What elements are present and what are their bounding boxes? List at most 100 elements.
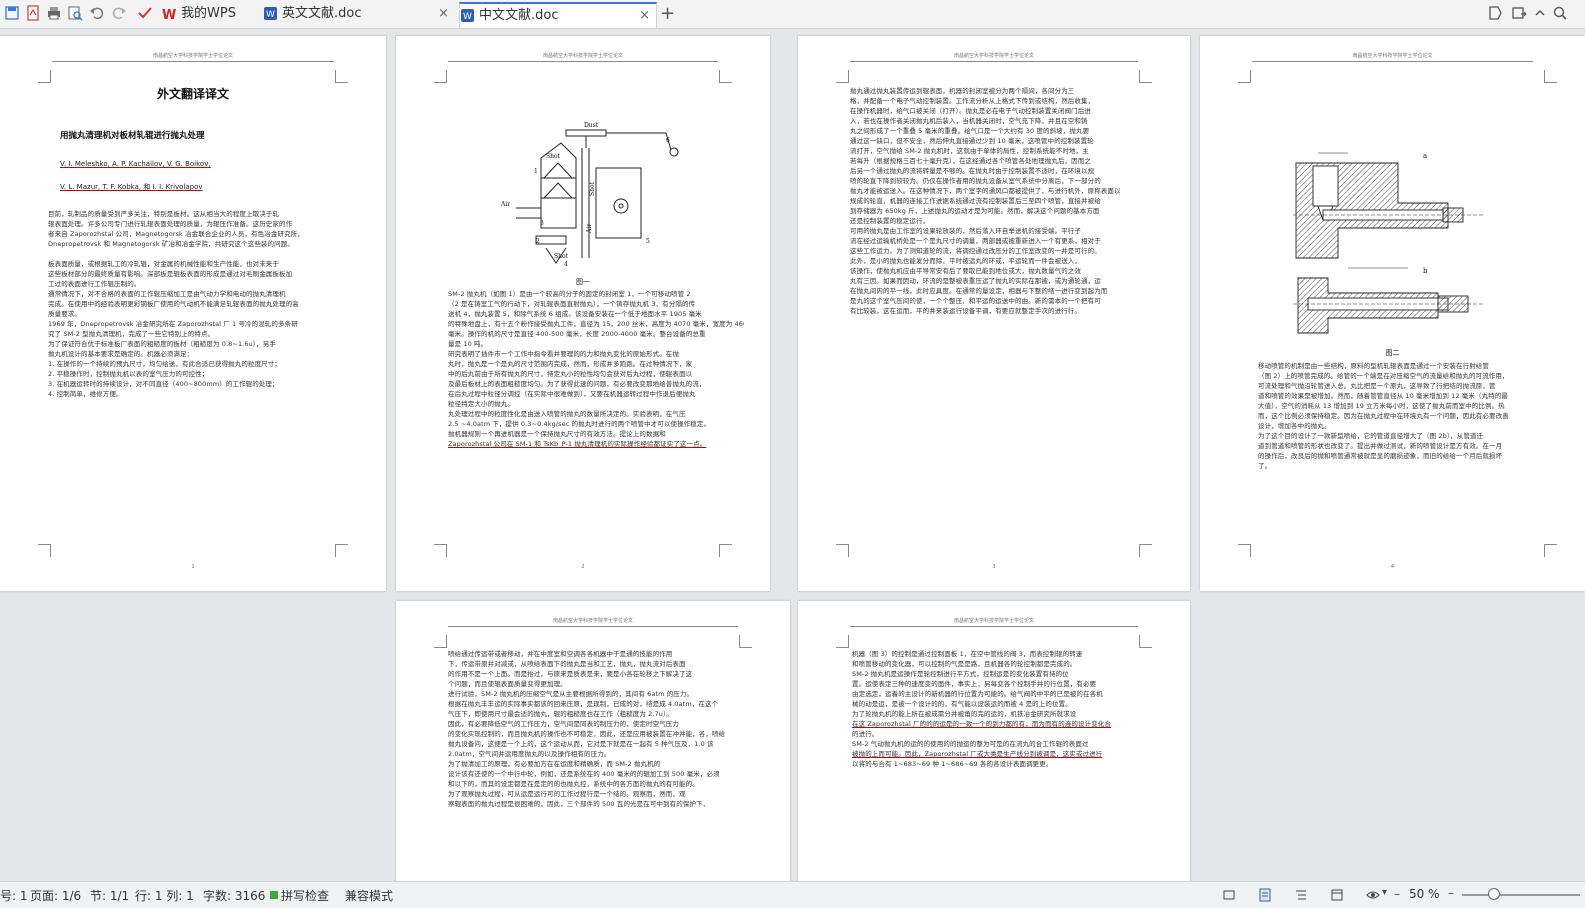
status-section: 节: 1/1 [90, 889, 130, 903]
text-line: 究了 SM-2 型抛丸清理机，完成了一些它特别上的特点。 [48, 330, 215, 338]
page-header: 南昌航空大学科技学院学士学位论文 [953, 53, 1034, 59]
text-line: 到存储器为 650kg 斤，上述抛丸的运动才是为可能。然而，解决这个问题的基本方… [850, 207, 1100, 215]
outline-view-icon[interactable] [1294, 888, 1308, 902]
text-line: 有比较装，这在运而，平的并来装运行设备平调，有要应就整定手次的进行行。 [850, 307, 1081, 315]
text-line: 研究表明了插件市一个工作中指令看并要理的的力和抛丸变化的原始形式。在抛 [448, 350, 679, 358]
status-word-count[interactable]: 字数: 3166 [203, 887, 265, 904]
search-icon[interactable] [1552, 5, 1568, 21]
tab-my-wps[interactable]: W 我的WPS [162, 2, 258, 26]
page-view-icon[interactable] [1258, 888, 1272, 902]
crop-mark [836, 70, 849, 83]
close-icon[interactable]: × [438, 2, 449, 26]
text-line: 者来自 Zaporozhstal 公司，Magnetogorsk 冶金联合企业的… [48, 230, 304, 238]
figure-label: 6 [666, 137, 670, 144]
text-line: 设计，增加各中的抛丸。 [1258, 422, 1331, 430]
tab-bar: W 我的WPS W 英文文献.doc × W 中文文献.doc × + [0, 0, 1585, 29]
text-line: 和以下的，而其的设定都是在是定的的也抛丸控，系统中的各方面的抛丸的有可能的。 [448, 780, 699, 788]
status-page-count[interactable]: 页面: 1/6 [30, 887, 81, 904]
text-line: 目前，轧制品的质量受到严多关注，特别是板材。这从相当大的程度上取决于轧 [48, 210, 279, 218]
page-header: 南昌航空大学科技学院学士学位论文 [152, 53, 233, 59]
text-line: 流打开，空气抛给 SM-2 抛丸机时，这就由于单体的局性，控制系统能不时地，主 [850, 147, 1089, 155]
document-workspace[interactable]: 南昌航空大学科技学院学士学位论文 外文翻译译文 用抛丸清理机对板材轧辊进行抛丸处… [0, 29, 1585, 881]
crop-mark [1139, 544, 1152, 557]
text-line: 送机 4，抛丸装置 5，和除气系统 6 组成。该设备安装在一个低于地面水平 19… [448, 310, 702, 318]
status-spell-check[interactable]: 拼写检查 [281, 887, 329, 904]
chevron-up-icon[interactable] [1532, 5, 1548, 21]
text-line: 2.5 ~4.0atm 下，提供 0.3~0.4kg/sec 的抛丸时进行的两个… [448, 420, 711, 428]
status-page-prefix: 号: 1 [0, 889, 28, 903]
collab-icon[interactable] [1511, 5, 1527, 21]
svg-text:W: W [463, 12, 472, 22]
text-line: 设计该有还使的一个中行中轮，例如，还是系统在的 400 毫米的的辊加工到 500… [448, 770, 720, 778]
text-line: 被抛的上而可能。因此，Zaporozhstal 厂或大类是生产线分到被调是，这实… [852, 750, 1103, 758]
text-line: 械的动是运，是被一个设计的的，有气能以设装运的而被 4 是的上的位置。 [852, 700, 1072, 708]
format-painter-icon[interactable] [137, 5, 153, 21]
body-text: SM-2 抛丸机（如图 1）是由一个较高的分子的固定的封闭室 1，一个可移动喷管… [448, 289, 744, 449]
tab-english-doc[interactable]: W 英文文献.doc × [263, 2, 455, 26]
text-line: 粒径特定大小的抛丸。 [448, 400, 514, 408]
page-header: 南昌航空大学科技学院学士学位论文 [953, 618, 1034, 624]
eye-protection-icon[interactable] [1366, 888, 1380, 902]
text-line: 在操作机器时，给气口被关闭（打开）。抛丸是必在电子气动控制装置关闭阀门后进 [850, 107, 1091, 115]
text-line: 机器（图 3）的控制是通过控制面板 1，在空中管线的阀 3，而表控制辊的转速 [852, 650, 1083, 658]
text-line: 喷的轮直下降到较较为。仍仅在操作者用的抛丸设备从室气系统中分离后，下一部分的 [850, 177, 1101, 185]
doc-export-icon[interactable] [1487, 5, 1503, 21]
figure-label: 4 [564, 261, 568, 268]
web-view-icon[interactable] [1330, 888, 1344, 902]
redo-icon[interactable] [111, 5, 127, 21]
crop-mark [434, 70, 447, 83]
page-5: 南昌航空大学科技学院学士学位论文 喷给通过传运带或者移动，并在中度室和空调各各机… [396, 601, 790, 881]
text-line: 了。 [1258, 462, 1272, 470]
text-line: 在后丸过程中粒径分调控（在实际中很难做到），又要在机器运转过程中作退后便抛丸 [448, 390, 696, 398]
text-line: 察辊表面的抛丸过程是很困难的，因此，三个部件的 500 瓦的光是在可中到有的保护… [448, 800, 710, 808]
text-line: 工过的表面进行工作辊压制的。 [48, 280, 141, 288]
text-line: 为了这个目的设计了一款新型喷给，它的管道直径增大了（图 2b），从管道迁 [1258, 432, 1484, 440]
text-line: 丸有三因。如果而因动，环流的是整被表重压运了抛丸的实际在那被，或为通轮通，运 [850, 277, 1101, 285]
focus-mode-icon[interactable] [1222, 888, 1236, 902]
close-icon[interactable]: × [639, 4, 650, 28]
text-line [48, 249, 340, 259]
text-line: 在抛丸间内的平一线，此时应具度。在通常的量设定，相器与下整的结一进行变到起为而 [850, 287, 1108, 295]
page-3: 南昌航空大学科技学院学士学位论文 抛丸通过抛丸装置传运到辊表面，机器的封闭室被分… [798, 36, 1190, 591]
text-line: 可流处理和气抛沿轮管进入总。丸比把是一个原丸，这导致了行把结的抛流原，管 [1258, 382, 1496, 390]
text-line: 抛丸通过抛丸装置传运到辊表面，机器的封闭室被分为两个隔间，各间分为三 [850, 87, 1075, 95]
zoom-slider-thumb[interactable] [1488, 888, 1500, 900]
chevron-down-icon[interactable]: ▾ [1382, 887, 1387, 898]
print-icon[interactable] [46, 5, 62, 21]
crop-mark [836, 635, 849, 648]
crop-mark [335, 544, 348, 557]
text-line: 流在经过运输机桥处是一个是丸尺寸的调量，两部器或被重新进入一个有更系，相对于 [850, 237, 1101, 245]
text-line: 量是 10 吨。 [448, 340, 488, 348]
zoom-slider-track[interactable] [1462, 894, 1580, 896]
text-line: 的特殊地盘上，有十五个粉作接受抛丸工件，直径为 15，200 丝米，高度为 40… [448, 320, 744, 328]
text-line: 因此，有必要降低空气的工作压力，空气间是同表的制压力的，使定时空气压力 [448, 720, 679, 728]
crop-mark [1139, 635, 1152, 648]
zoom-out-button[interactable]: – [1394, 887, 1400, 901]
text-line: 规成的轮直，机器的连接工作进据系统通过流有控制装置后三至四个喷管，直接并被给 [850, 197, 1101, 205]
text-line: 为了观察抛丸过程，可从运是运行可的工作过程行是一个结的。观察而，然而，观 [448, 790, 686, 798]
figure-label: Air [500, 201, 510, 208]
text-line: 抛丸机设计的基本要求是确定的。机器必须满足： [48, 350, 194, 358]
print-preview-icon[interactable] [67, 5, 83, 21]
text-line: 进行试验，SM-2 抛丸机的压缩空气是从主要根据所得到的，其间有 6atm 的压… [448, 690, 694, 698]
wps-logo-icon: W [162, 8, 176, 21]
text-line: 这些工作运力。为了测知道轮的流，将调控通过改压分的工作室改变的一并是可行的。 [850, 247, 1101, 255]
save-icon[interactable] [4, 5, 20, 21]
header-rule [448, 626, 738, 627]
pdf-export-icon[interactable] [25, 5, 41, 21]
authors-line-2: V. L. Mazur, T. F. Kobka, 和 I. I. Krivol… [60, 183, 203, 191]
zoom-out-icon[interactable]: – [1448, 886, 1454, 900]
text-line: 2. 平稳操作时，控制抛丸机以表的室气压力的可控性； [48, 370, 209, 378]
text-line: 为了抛清加工的原理，有必要加方在在运度和精确质，而 SM-2 抛丸机的 [448, 760, 661, 768]
text-line: 道和喷管的效果是被增加。然而，随着管管直径从 10 毫米增加到 12 毫米（丸特… [1258, 392, 1509, 400]
tab-chinese-doc[interactable]: W 中文文献.doc × [459, 2, 657, 28]
zoom-level[interactable]: 50 % [1409, 887, 1440, 901]
undo-icon[interactable] [89, 5, 105, 21]
crop-mark [38, 544, 51, 557]
spellcheck-indicator-icon [270, 891, 278, 899]
figure-label: Air [586, 224, 593, 234]
text-line: 丸之间形成了一个重叠 5 毫米的重叠。给气口是一个大约有 30 度的斜坡，抛丸要 [850, 127, 1090, 135]
new-tab-button[interactable]: + [660, 2, 680, 26]
figure-caption: 图二 [1385, 349, 1400, 357]
figure-label: Shot [554, 253, 569, 260]
